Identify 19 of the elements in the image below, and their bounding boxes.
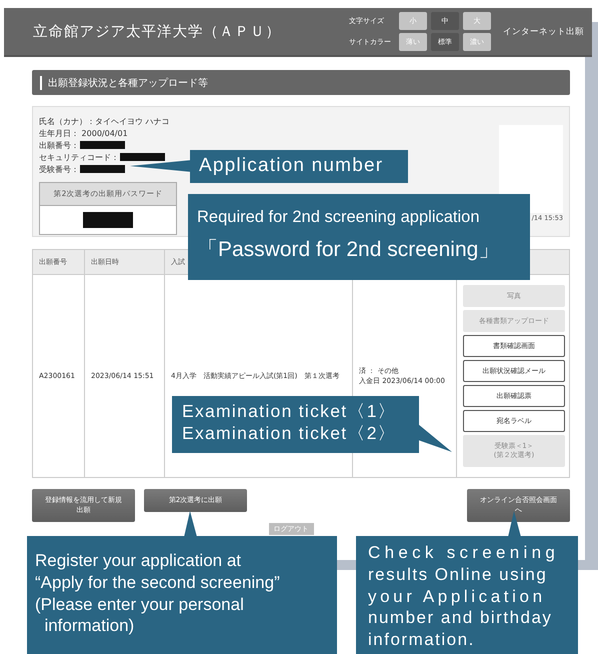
callout-text: (Please enter your personal	[35, 594, 245, 616]
callout-text: Check screening	[368, 542, 560, 564]
callout-text: Register your application at	[35, 550, 242, 572]
callout-text: “Apply for the second screening”	[35, 572, 281, 594]
info-text: セキュリティコード：	[39, 152, 119, 162]
header-link[interactable]: インターネット出願	[503, 26, 584, 38]
callout-text: information)	[43, 615, 136, 637]
section-heading: 出願登録状況と各種アップロード等	[32, 70, 570, 95]
info-text: 生年月日： 2000/04/01	[39, 128, 128, 138]
info-text: 氏名（カナ）：タイヘイヨウ ハナコ	[39, 116, 170, 126]
callout-text: Required for 2nd screening application	[197, 208, 481, 227]
callout-text: information.	[368, 629, 476, 651]
info-text: 受験番号：	[39, 164, 79, 174]
callout-text: your Application	[368, 586, 547, 608]
site-title: 立命館アジア太平洋大学（ＡＰＵ）	[33, 22, 281, 41]
info-text: 出願番号：	[39, 140, 79, 150]
callout-text: number and birthday	[368, 607, 554, 629]
callout-text: Application number	[199, 155, 384, 177]
callout-text: results Online using	[368, 564, 548, 586]
